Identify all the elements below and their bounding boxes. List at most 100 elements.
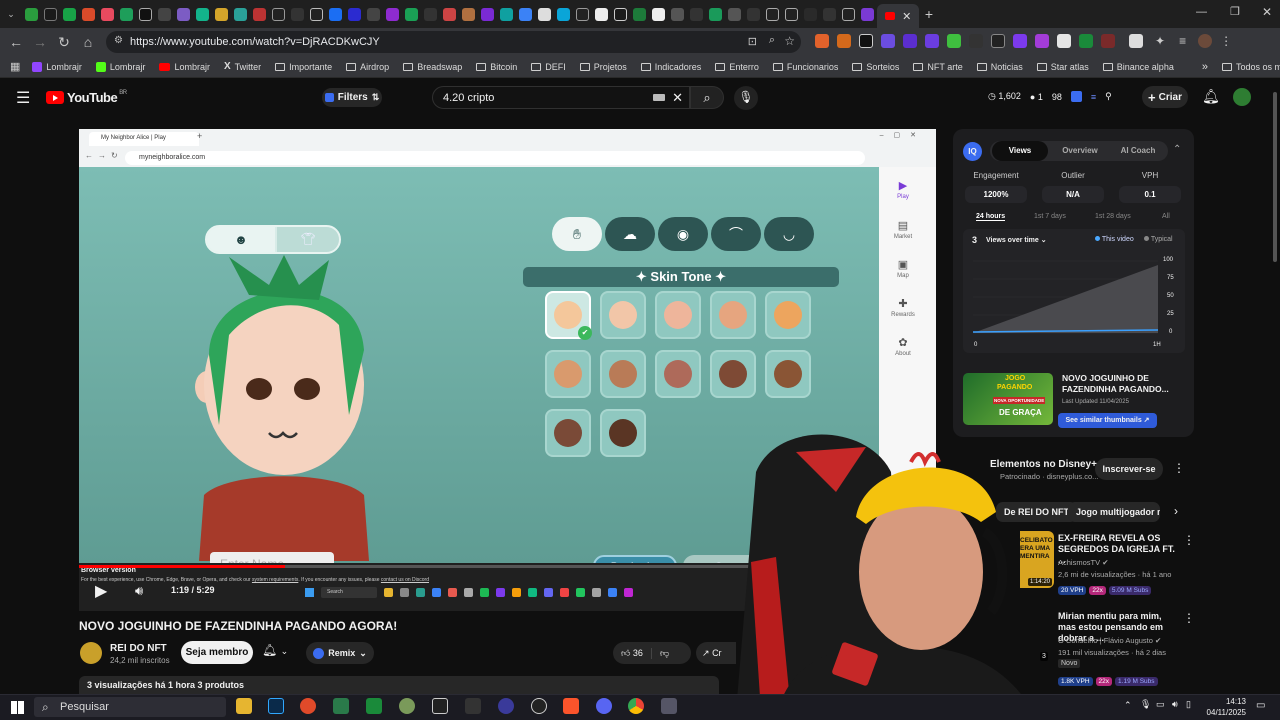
tab-favicon[interactable] [652, 7, 665, 21]
home-icon[interactable]: ⌂ [76, 34, 100, 50]
reading-list-icon[interactable]: ≡ [1179, 34, 1186, 48]
tab-favicon[interactable] [500, 7, 513, 21]
tab-favicon[interactable] [614, 7, 627, 21]
create-button[interactable]: + Criar [1142, 86, 1188, 108]
clear-search-icon[interactable]: ✕ [672, 90, 683, 106]
tab-favicon[interactable] [405, 7, 418, 21]
taskbar-app-icon[interactable] [300, 698, 316, 714]
tab-favicon[interactable] [177, 7, 190, 21]
active-tab[interactable]: ✕ [877, 4, 919, 28]
play-button-icon[interactable]: ▶ [95, 581, 107, 601]
extensions-puzzle-icon[interactable]: ✦ [1155, 34, 1165, 48]
bookmark-folder[interactable]: Breadswap [403, 62, 462, 72]
tab-ai-coach[interactable]: AI Coach [1110, 141, 1166, 161]
site-info-icon[interactable]: ⚙ [114, 35, 123, 46]
extension-icon[interactable] [925, 34, 939, 48]
bookmark-folder[interactable]: Importante [275, 62, 332, 72]
rec-menu-icon[interactable]: ⋮ [1183, 533, 1195, 547]
taskbar-app-icon[interactable] [531, 698, 547, 714]
tab-views[interactable]: Views [992, 141, 1048, 161]
tab-favicon[interactable] [785, 7, 798, 21]
photoshop-icon[interactable] [268, 698, 284, 714]
epic-games-icon[interactable] [432, 698, 448, 714]
more-bookmarks-icon[interactable]: » [1202, 61, 1208, 73]
extension-icon[interactable] [1129, 34, 1143, 48]
extension-stats[interactable]: ◷ 1,602 ● 1 98 ≡ ⚲ [988, 91, 1112, 102]
chart-dropdown[interactable]: Views over time ⌄ [986, 236, 1047, 244]
tab-favicon[interactable] [291, 7, 304, 21]
filters-button[interactable]: Filters ⇅ [322, 88, 382, 107]
bookmark-item[interactable]: Lombrajr [159, 62, 210, 72]
bookmark-folder[interactable]: Funcionarios [772, 62, 838, 72]
taskbar-app-icon[interactable] [465, 698, 481, 714]
tab-favicon[interactable] [101, 7, 114, 21]
apps-grid-icon[interactable]: ▦ [10, 60, 20, 73]
extension-icon[interactable] [837, 34, 851, 48]
profile-avatar[interactable] [1198, 34, 1213, 48]
bookmark-folder[interactable]: Noticias [976, 62, 1023, 72]
channel-name[interactable]: REI DO NFT [110, 643, 167, 654]
page-scrollbar[interactable] [1273, 92, 1277, 262]
volume-icon[interactable]: 🔊︎ [135, 583, 143, 599]
tab-favicon[interactable] [253, 7, 266, 21]
see-similar-thumbnails-button[interactable]: See similar thumbnails ↗ [1058, 413, 1157, 428]
tab-favicon[interactable] [576, 7, 589, 21]
keyboard-icon[interactable] [653, 94, 665, 101]
extension-icon[interactable] [947, 34, 961, 48]
tab-favicon[interactable] [310, 7, 323, 21]
subscribe-button[interactable]: Inscrever-se [1095, 458, 1163, 480]
chips-next-icon[interactable]: › [1174, 504, 1178, 518]
tab-favicon[interactable] [823, 7, 836, 21]
tab-favicon[interactable] [690, 7, 703, 21]
tab-favicon[interactable] [196, 7, 209, 21]
extension-icon[interactable] [991, 34, 1005, 48]
battery-tray-icon[interactable]: ▯ [1186, 699, 1191, 710]
bookmark-folder[interactable]: Binance alpha [1102, 62, 1174, 72]
bookmark-folder[interactable]: Indicadores [640, 62, 701, 72]
close-tab-icon[interactable]: ✕ [902, 10, 911, 23]
tab-favicon[interactable] [481, 7, 494, 21]
taskbar-app-icon[interactable] [661, 698, 677, 714]
extension-icon[interactable] [1101, 34, 1115, 48]
bookmark-folder[interactable]: Star atlas [1036, 62, 1089, 72]
tab-favicon[interactable] [595, 7, 608, 21]
back-icon[interactable]: ← [4, 34, 28, 50]
reload-icon[interactable]: ↻ [52, 34, 76, 51]
taskbar-app-icon[interactable] [596, 698, 612, 714]
vidiq-icon[interactable] [1070, 91, 1082, 102]
taskbar-app-icon[interactable] [366, 698, 382, 714]
volume-tray-icon[interactable]: 🔊︎ [1172, 699, 1178, 710]
close-window-icon[interactable]: ✕ [1262, 5, 1272, 19]
extension-icon[interactable] [859, 34, 873, 48]
search-button[interactable]: ⌕ [690, 86, 724, 109]
bookmark-folder[interactable]: Enterro [715, 62, 759, 72]
tab-favicon[interactable] [215, 7, 228, 21]
tab-overview[interactable]: Overview [1052, 141, 1108, 161]
tab-favicon[interactable] [728, 7, 741, 21]
bookmark-folder[interactable]: Sorteios [852, 62, 899, 72]
rec-channel[interactable]: O Conselho | Flávio Augusto ✔ [1058, 636, 1161, 645]
tab-favicon[interactable] [747, 7, 760, 21]
tab-favicon[interactable] [633, 7, 646, 21]
tab-favicon[interactable] [63, 7, 76, 21]
search-input[interactable]: 4.20 cripto ✕ [432, 86, 690, 109]
extension-icon[interactable]: ⚲ [1105, 91, 1112, 102]
tab-favicon[interactable] [462, 7, 475, 21]
tab-favicon[interactable] [25, 7, 38, 21]
windows-start-icon[interactable] [11, 701, 24, 714]
chip-topic[interactable]: Jogo multijogador ma [1068, 502, 1160, 522]
taskbar-clock[interactable]: 14:13 04/11/2025 [1198, 696, 1246, 718]
tray-chevron-icon[interactable]: ⌃ [1124, 700, 1132, 711]
microphone-tray-icon[interactable]: 🎙 [1140, 699, 1151, 710]
dislike-button[interactable]: 👎︎ [650, 647, 669, 659]
tab-favicon[interactable] [557, 7, 570, 21]
range-first-28-days[interactable]: 1st 28 days [1095, 213, 1131, 220]
bookmark-star-icon[interactable]: ☆ [784, 34, 795, 48]
tab-favicon[interactable] [842, 7, 855, 21]
restore-window-icon[interactable]: ❐ [1230, 5, 1240, 18]
extension-icon[interactable] [1079, 34, 1093, 48]
tab-favicon[interactable] [272, 7, 285, 21]
bookmark-folder[interactable]: Airdrop [346, 62, 389, 72]
tab-favicon[interactable] [139, 7, 152, 21]
forward-icon[interactable]: → [28, 34, 52, 50]
